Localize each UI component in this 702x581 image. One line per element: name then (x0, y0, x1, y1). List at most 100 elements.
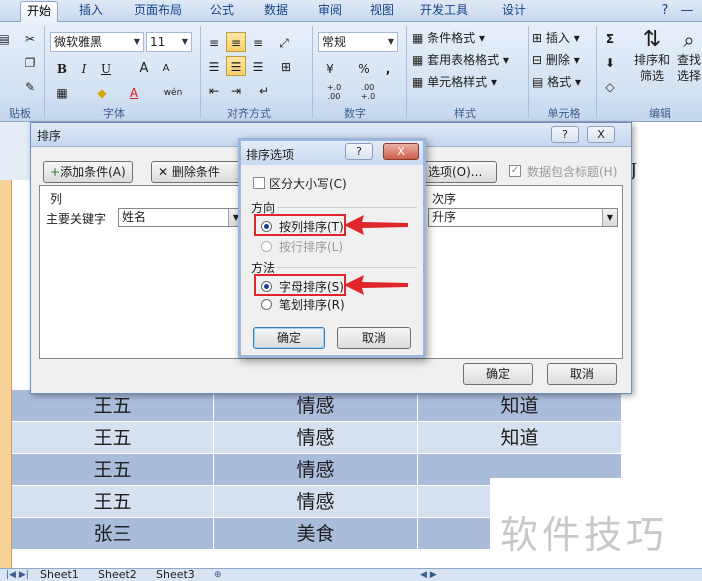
tab-formulas[interactable]: 公式 (200, 1, 244, 22)
table-row[interactable]: 王五 情感 知道 (12, 390, 622, 422)
order-select[interactable]: 升序 ▼ (428, 208, 618, 227)
sort-options-help-button[interactable]: ? (345, 143, 373, 160)
paste-icon[interactable]: ▤ (0, 28, 14, 48)
align-middle-icon[interactable]: ≡ (226, 32, 246, 52)
by-row-radio[interactable] (261, 241, 272, 252)
sheet-tab-1[interactable]: Sheet1 (40, 569, 79, 581)
currency-icon[interactable]: ¥ (320, 58, 340, 78)
fill-icon[interactable]: ⬇ (600, 52, 620, 72)
sheet-nav-icon[interactable]: |◀ ▶| (6, 569, 29, 581)
add-condition-button[interactable]: +添加条件(A) (43, 161, 133, 183)
cell-category[interactable]: 情感 (214, 454, 418, 486)
cell-name[interactable]: 张三 (12, 518, 214, 550)
tab-review[interactable]: 审阅 (308, 1, 352, 22)
shrink-font-button[interactable]: A (156, 58, 176, 78)
table-format-button[interactable]: ▦ 套用表格格式 ▾ (412, 50, 509, 70)
italic-button[interactable]: I (74, 58, 94, 78)
font-color-button[interactable]: A (124, 82, 144, 102)
font-name-select[interactable]: 微软雅黑 ▼ (50, 32, 144, 52)
copy-icon[interactable]: ❐ (20, 52, 40, 72)
watermark: 软件技巧 (490, 478, 702, 570)
grow-font-button[interactable]: A (134, 58, 154, 78)
format-cells-button[interactable]: ▤ 格式 ▾ (532, 72, 581, 92)
sort-dialog-close-button[interactable]: X (587, 126, 615, 143)
tab-insert[interactable]: 插入 (68, 1, 114, 22)
comma-button[interactable]: , (378, 58, 398, 78)
hscroll-nav[interactable]: ◀ ▶ (420, 569, 437, 581)
cell-category[interactable]: 情感 (214, 390, 418, 422)
cell-styles-button[interactable]: ▦ 单元格样式 ▾ (412, 72, 497, 92)
cell-name[interactable]: 王五 (12, 422, 214, 454)
group-separator (312, 26, 313, 118)
stroke-radio[interactable] (261, 299, 272, 310)
cell-desc[interactable]: 知道 (418, 390, 622, 422)
underline-button[interactable]: U (96, 58, 116, 78)
increase-decimal-button[interactable]: +.0 .00 (320, 82, 348, 102)
increase-indent-icon[interactable]: ⇥ (226, 80, 246, 100)
cut-icon[interactable]: ✂ (20, 28, 40, 48)
delete-condition-button[interactable]: ✕ 删除条件 (151, 161, 241, 183)
tab-view[interactable]: 视图 (360, 1, 404, 22)
sheet-tab-3[interactable]: Sheet3 (156, 569, 195, 581)
conditional-format-button[interactable]: ▦ 条件格式 ▾ (412, 28, 485, 48)
sheet-tab-2[interactable]: Sheet2 (98, 569, 137, 581)
decrease-decimal-button[interactable]: .00 +.0 (354, 82, 382, 102)
case-sensitive-label: 区分大小写(C) (269, 177, 347, 191)
cell-name[interactable]: 王五 (12, 454, 214, 486)
case-sensitive-checkbox[interactable] (253, 177, 265, 189)
options-cancel-button[interactable]: 取消 (337, 327, 411, 349)
table-row[interactable]: 王五 情感 知道 (12, 422, 622, 454)
sort-az-icon: ⇅ (642, 27, 662, 52)
ribbon-tab-bar: 开始 插入 页面布局 公式 数据 审阅 视图 开发工具 设计 ? — (0, 0, 702, 22)
border-icon[interactable]: ▦ (52, 82, 72, 102)
tab-page-layout[interactable]: 页面布局 (124, 1, 192, 22)
bold-button[interactable]: B (52, 58, 72, 78)
primary-key-select[interactable]: 姓名 ▼ (118, 208, 244, 227)
options-ok-button[interactable]: 确定 (253, 327, 325, 349)
autosum-icon[interactable]: Σ (600, 28, 620, 48)
tab-developer[interactable]: 开发工具 (412, 1, 476, 22)
sort-options-close-button[interactable]: X (383, 143, 419, 160)
find-select-button[interactable]: ⌕ 查找 选择 (674, 28, 702, 84)
new-sheet-icon[interactable]: ⊕ (214, 569, 222, 581)
cell-category[interactable]: 情感 (214, 422, 418, 454)
delete-cells-button[interactable]: ⊟ 删除 ▾ (532, 50, 580, 70)
insert-cells-button[interactable]: ⊞ 插入 ▾ (532, 28, 580, 48)
align-bottom-icon[interactable]: ≡ (248, 32, 268, 52)
fill-color-icon[interactable]: ◆ (92, 82, 112, 102)
wrap-text-icon[interactable]: ↵ (254, 80, 274, 100)
cell-name[interactable]: 王五 (12, 390, 214, 422)
font-size-select[interactable]: 11 ▼ (146, 32, 192, 52)
tab-design[interactable]: 设计 (492, 1, 536, 22)
options-button[interactable]: 选项(O)... (423, 161, 497, 183)
binoculars-icon: ⌕ (683, 28, 695, 52)
cell-category[interactable]: 美食 (214, 518, 418, 550)
sort-cancel-button[interactable]: 取消 (547, 363, 617, 385)
minimize-icon[interactable]: — (678, 2, 696, 20)
decrease-indent-icon[interactable]: ⇤ (204, 80, 224, 100)
cell-name[interactable]: 王五 (12, 486, 214, 518)
percent-button[interactable]: % (354, 58, 374, 78)
merge-center-icon[interactable]: ⊞ (276, 56, 296, 76)
number-format-select[interactable]: 常规 ▼ (318, 32, 398, 52)
number-format-value: 常规 (322, 35, 347, 49)
tab-home[interactable]: 开始 (20, 1, 58, 22)
cell-desc[interactable]: 知道 (418, 422, 622, 454)
align-top-icon[interactable]: ≡ (204, 32, 224, 52)
phonetic-button[interactable]: wén (160, 82, 186, 102)
help-icon[interactable]: ? (656, 2, 674, 20)
has-header-checkbox[interactable]: ✓ (509, 165, 521, 177)
format-painter-icon[interactable]: ✎ (20, 76, 40, 96)
cell-category[interactable]: 情感 (214, 486, 418, 518)
sort-filter-button[interactable]: ⇅ 排序和 筛选 (632, 28, 672, 84)
divider (277, 267, 417, 268)
sort-dialog-help-button[interactable]: ? (551, 126, 579, 143)
tab-data[interactable]: 数据 (254, 1, 298, 22)
text-orientation-icon[interactable]: ⤢ (274, 32, 294, 52)
align-right-icon[interactable]: ☰ (248, 56, 268, 76)
sort-ok-button[interactable]: 确定 (463, 363, 533, 385)
align-left-icon[interactable]: ☰ (204, 56, 224, 76)
align-center-icon[interactable]: ☰ (226, 56, 246, 76)
clear-icon[interactable]: ◇ (600, 76, 620, 96)
chevron-down-icon: ▼ (387, 37, 395, 46)
